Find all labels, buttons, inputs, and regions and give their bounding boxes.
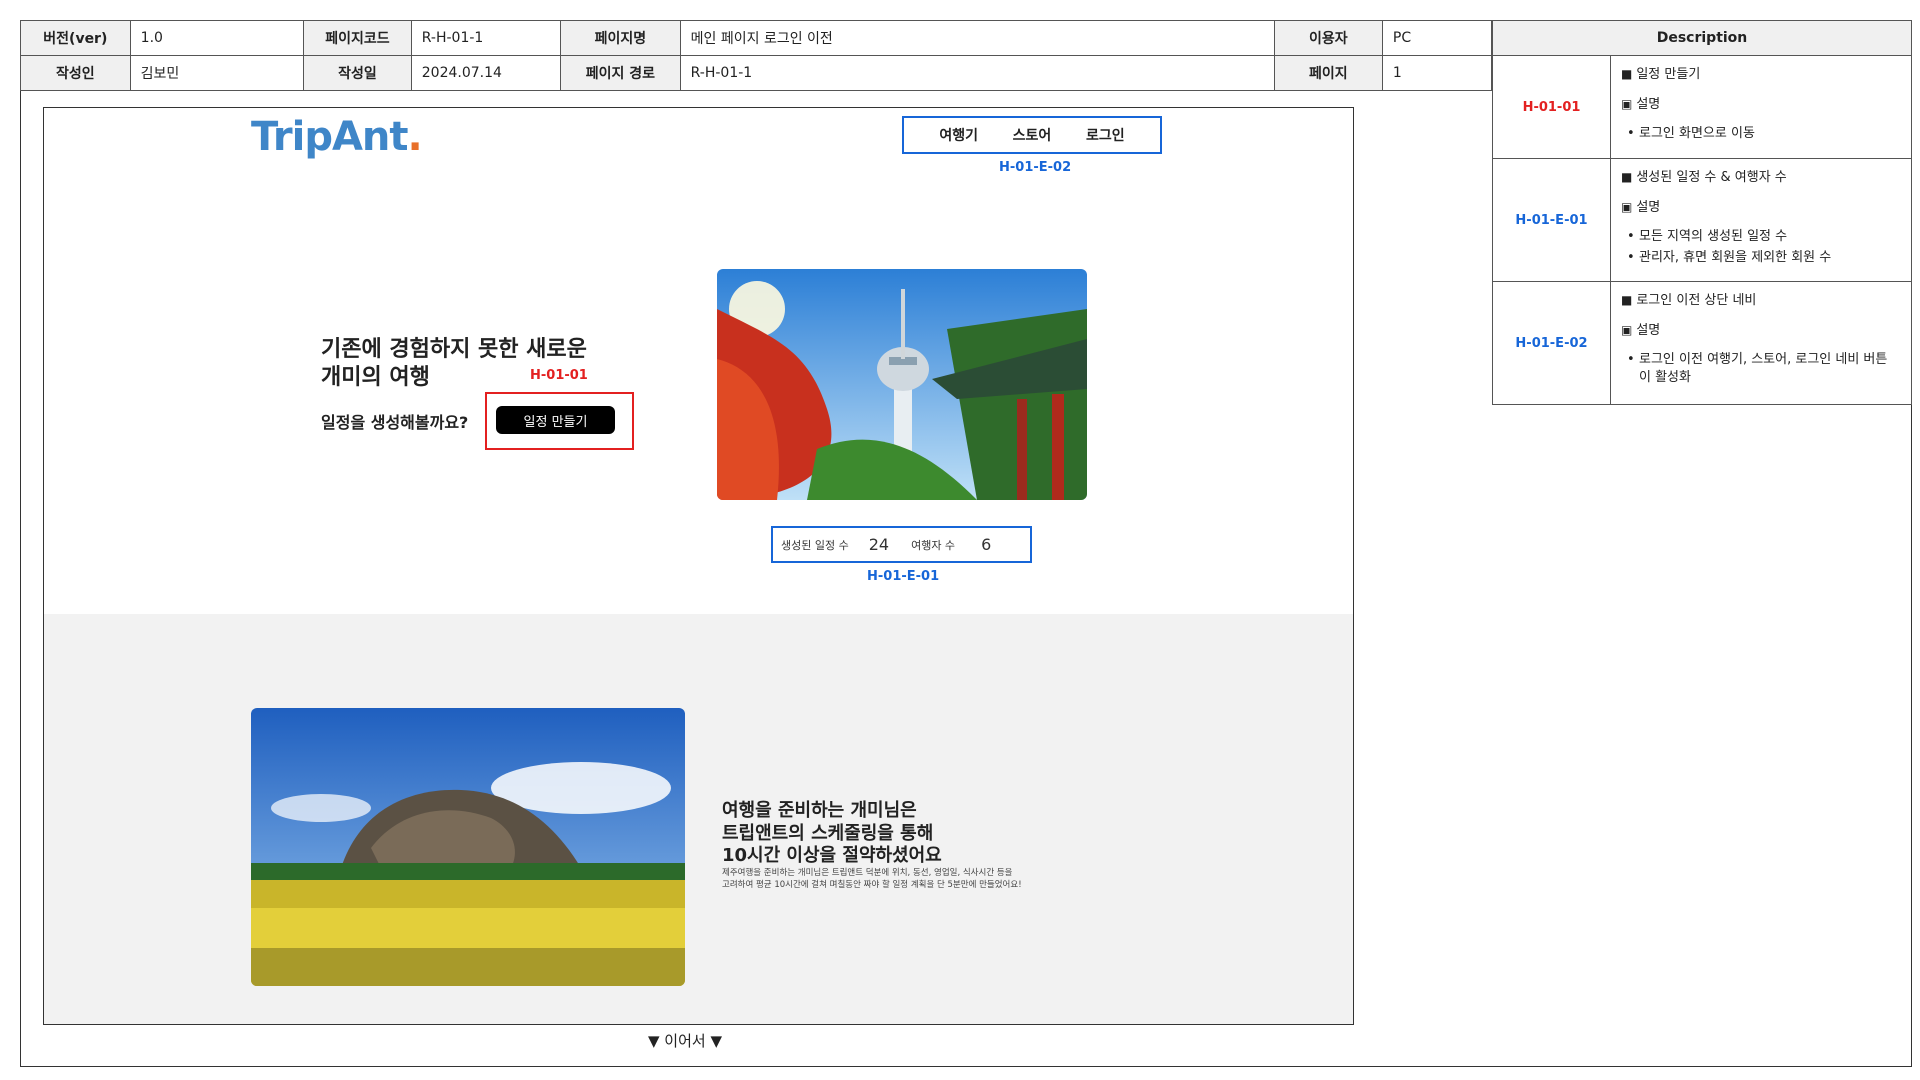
lower-section — [44, 614, 1353, 1024]
filled-square-icon: ■ — [1621, 67, 1633, 81]
date-label: 작성일 — [303, 55, 412, 91]
desc-title: 생성된 일정 수 & 여행자 수 — [1636, 170, 1787, 185]
desc-code: H-01-01 — [1492, 55, 1611, 159]
date-value: 2024.07.14 — [410, 55, 562, 91]
page-code-value: R-H-01-1 — [410, 20, 562, 56]
desc-title: 로그인 이전 상단 네비 — [1636, 293, 1757, 308]
filled-square-icon: ■ — [1621, 293, 1633, 307]
section-body-line2: 고려하여 평균 10시간에 걸쳐 며칠동안 짜야 할 일정 계획을 단 5분만에… — [722, 880, 1022, 891]
boxed-square-icon: ▣ — [1621, 199, 1633, 214]
desc-body: ■생성된 일정 수 & 여행자 수 ▣설명 모든 지역의 생성된 일정 수 관리… — [1610, 158, 1912, 282]
filled-square-icon: ■ — [1621, 170, 1633, 184]
desc-bullet: 관리자, 휴면 회원을 제외한 회원 수 — [1621, 249, 1901, 267]
version-value: 1.0 — [129, 20, 305, 56]
desc-body: ■일정 만들기 ▣설명 로그인 화면으로 이동 — [1610, 55, 1912, 159]
desc-bullet: 모든 지역의 생성된 일정 수 — [1621, 228, 1901, 246]
jeju-mountain-photo — [251, 708, 685, 986]
page-name-value: 메인 페이지 로그인 이전 — [679, 20, 1275, 56]
boxed-square-icon: ▣ — [1621, 96, 1633, 111]
desc-code: H-01-E-01 — [1492, 158, 1611, 282]
boxed-square-icon: ▣ — [1621, 322, 1633, 337]
page-code-label: 페이지코드 — [303, 20, 412, 56]
path-value: R-H-01-1 — [679, 55, 1275, 91]
author-label: 작성인 — [20, 55, 131, 91]
description-panel: Description H-01-01 ■일정 만들기 ▣설명 로그인 화면으로… — [1492, 20, 1912, 405]
desc-body: ■로그인 이전 상단 네비 ▣설명 로그인 이전 여행기, 스토어, 로그인 네… — [1610, 281, 1912, 405]
section-title-line3: 10시간 이상을 절약하셨어요 — [722, 845, 942, 866]
page-value: 1 — [1381, 55, 1493, 91]
section-title-line1: 여행을 준비하는 개미님은 — [722, 800, 917, 821]
traveler-count-value: 6 — [981, 535, 992, 554]
logo-text: TripAnt — [251, 114, 409, 160]
section-body-line1: 제주여행을 준비하는 개미님은 트립앤트 덕분에 위치, 동선, 영업일, 식사… — [722, 868, 1013, 878]
page-label: 페이지 — [1273, 55, 1383, 91]
schedule-count-label: 생성된 일정 수 — [781, 538, 849, 552]
create-schedule-button[interactable]: 일정 만들기 — [496, 406, 615, 434]
stats-annotation-tag: H-01-E-01 — [867, 569, 940, 584]
desc-sub: 설명 — [1636, 96, 1661, 112]
page-info-table: 버전(ver) 1.0 페이지코드 R-H-01-1 페이지명 메인 페이지 로… — [20, 20, 1493, 91]
schedule-count-value: 24 — [868, 535, 890, 554]
cta-annotation-tag: H-01-01 — [530, 368, 588, 383]
nav-annotation-tag: H-01-E-02 — [999, 160, 1072, 175]
section-title-line2: 트립앤트의 스케줄링을 통해 — [722, 822, 934, 844]
traveler-count-label: 여행자 수 — [911, 538, 956, 552]
seoul-tower-photo — [717, 269, 1087, 500]
desc-bullet: 로그인 화면으로 이동 — [1621, 125, 1901, 143]
desc-sub: 설명 — [1636, 199, 1661, 215]
section-title: 여행을 준비하는 개미님은 트립앤트의 스케줄링을 통해 10시간 이상을 절약… — [722, 800, 942, 868]
desc-sub: 설명 — [1636, 322, 1661, 338]
nav-item-login[interactable]: 로그인 — [1086, 125, 1125, 145]
section-body: 제주여행을 준비하는 개미님은 트립앤트 덕분에 위치, 동선, 영업일, 식사… — [722, 867, 1122, 892]
logo-dot: . — [407, 114, 423, 160]
path-label: 페이지 경로 — [560, 55, 681, 91]
stats-box: 생성된 일정 수 24 여행자 수 6 — [771, 526, 1032, 563]
user-label: 이용자 — [1273, 20, 1383, 56]
author-value: 김보민 — [129, 55, 305, 91]
nav-item-travelogue[interactable]: 여행기 — [939, 125, 978, 145]
desc-bullet: 로그인 이전 여행기, 스토어, 로그인 네비 버튼 이 활성화 — [1621, 351, 1901, 386]
desc-title: 일정 만들기 — [1636, 67, 1701, 82]
hero-subtitle: 일정을 생성해볼까요? — [321, 413, 469, 432]
top-nav: 여행기 스토어 로그인 — [902, 116, 1162, 154]
screen-mockup: TripAnt. 여행기 스토어 로그인 H-01-E-02 기존에 경험하지 … — [43, 107, 1354, 1025]
version-label: 버전(ver) — [20, 20, 131, 56]
continue-label: ▼ 이어서 ▼ — [648, 1032, 723, 1050]
user-value: PC — [1381, 20, 1493, 56]
nav-item-store[interactable]: 스토어 — [1013, 125, 1052, 145]
description-header: Description — [1492, 20, 1912, 56]
hero-title-line1: 기존에 경험하지 못한 새로운 — [321, 337, 587, 362]
page-name-label: 페이지명 — [560, 20, 681, 56]
tripant-logo[interactable]: TripAnt. — [251, 114, 423, 160]
desc-code: H-01-E-02 — [1492, 281, 1611, 405]
